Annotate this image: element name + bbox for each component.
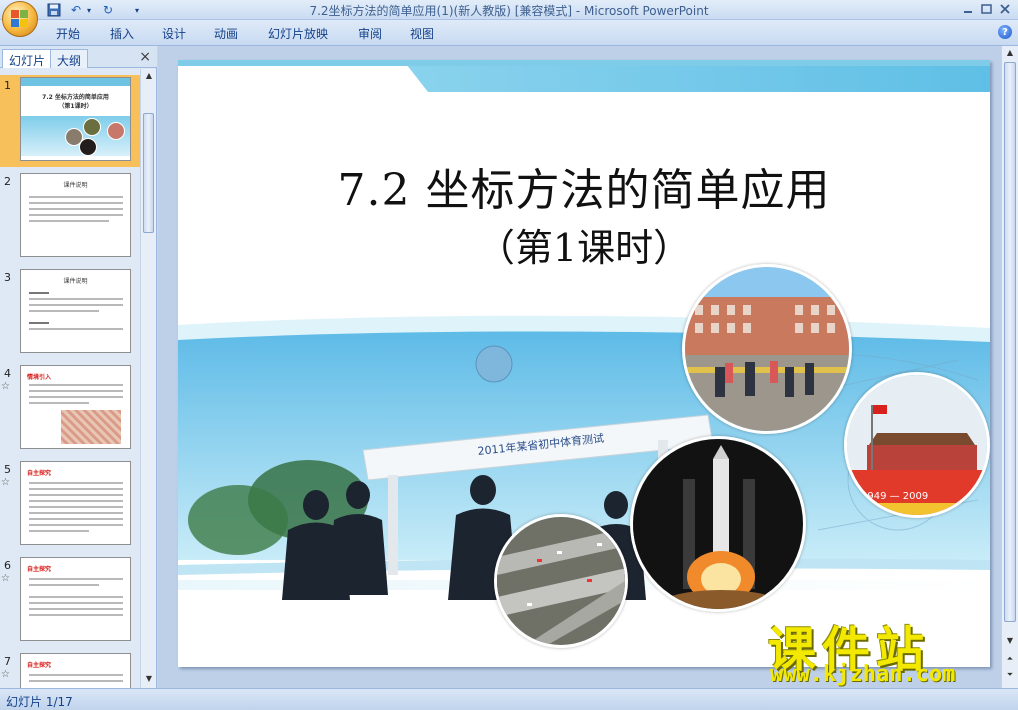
thumb-title: 自主探究 xyxy=(27,662,52,669)
overpass-photo[interactable] xyxy=(494,514,628,648)
slide-canvas[interactable]: 2011年某省初中体育测试 7.2 坐标方法的简单应用 （第1课时） 1949 … xyxy=(178,60,990,667)
thumb-title: 7.2 坐标方法的简单应用 （第1课时） xyxy=(42,94,109,110)
slide-thumbnail-3[interactable]: 3 课件说明 xyxy=(0,267,141,359)
help-icon[interactable]: ? xyxy=(998,25,1012,39)
thumb-title: 课件说明 xyxy=(63,278,88,285)
animation-star-icon: ☆ xyxy=(1,381,10,392)
title-bar: ↶ ▾ ↻ ▾ 7.2坐标方法的简单应用(1)(新人教版) [兼容模式] - M… xyxy=(0,0,1018,20)
slide-title[interactable]: 7.2 坐标方法的简单应用 xyxy=(178,154,990,218)
document-title: 7.2坐标方法的简单应用(1)(新人教版) [兼容模式] xyxy=(309,4,573,18)
slide-scrollbar[interactable]: ▲ ▼ ⏶ ⏷ xyxy=(1001,46,1018,688)
scroll-up-icon[interactable]: ▲ xyxy=(1004,48,1016,60)
slide-thumbnail-7[interactable]: 7 ☆ 自主探究 xyxy=(0,651,141,688)
animation-star-icon: ☆ xyxy=(1,477,10,488)
thumb-preview: 7.2 坐标方法的简单应用 （第1课时） xyxy=(20,77,131,161)
slides-pane: 幻灯片 大纲 × 1 7.2 坐标方法的简单应用 （第1课时） 2 课件说明 3… xyxy=(0,46,157,688)
tab-slides[interactable]: 幻灯片 xyxy=(2,49,53,68)
office-button[interactable] xyxy=(2,1,38,37)
thumb-title: 课件说明 xyxy=(63,182,88,189)
rocket-photo[interactable] xyxy=(630,436,806,612)
tab-design[interactable]: 设计 xyxy=(162,25,186,42)
thumb-number: 3 xyxy=(4,271,11,284)
previous-slide-icon[interactable]: ⏶ xyxy=(1004,654,1016,666)
scroll-down-icon[interactable]: ▼ xyxy=(1004,636,1016,648)
thumb-number: 1 xyxy=(4,79,11,92)
slide-thumbnail-4[interactable]: 4 ☆ 情境引入 xyxy=(0,363,141,455)
tab-home[interactable]: 开始 xyxy=(56,25,80,42)
tab-animation[interactable]: 动画 xyxy=(214,25,238,42)
maximize-icon[interactable] xyxy=(981,4,992,14)
tab-outline[interactable]: 大纲 xyxy=(50,49,89,68)
thumb-preview: 课件说明 xyxy=(20,269,131,353)
thumb-preview: 自主探究 xyxy=(20,653,131,688)
scroll-down-icon[interactable]: ▼ xyxy=(143,674,155,686)
thumb-preview: 课件说明 xyxy=(20,173,131,257)
minimize-icon[interactable] xyxy=(964,11,972,13)
app-name: Microsoft PowerPoint xyxy=(584,4,709,18)
thumb-preview: 自主探究 xyxy=(20,461,131,545)
office-logo-icon xyxy=(11,10,29,28)
watermark-url: www.kjzhan.com xyxy=(770,662,956,687)
animation-star-icon: ☆ xyxy=(1,573,10,584)
slide-subtitle[interactable]: （第1课时） xyxy=(178,217,990,272)
slide-thumbnail-2[interactable]: 2 课件说明 xyxy=(0,171,141,263)
close-window-icon[interactable] xyxy=(1000,4,1010,14)
tiananmen-photo[interactable]: 1949 — 2009 xyxy=(844,372,990,518)
slide-thumbnail-5[interactable]: 5 ☆ 自主探究 xyxy=(0,459,141,551)
thumb-number: 4 xyxy=(4,367,11,380)
tab-slideshow[interactable]: 幻灯片放映 xyxy=(268,25,328,42)
slide-thumbnail-1[interactable]: 1 7.2 坐标方法的简单应用 （第1课时） xyxy=(0,75,141,167)
thumb-number: 2 xyxy=(4,175,11,188)
thumb-title: 自主探究 xyxy=(27,566,52,573)
thumbnail-scrollbar[interactable]: ▲ ▼ xyxy=(140,69,156,688)
tab-view[interactable]: 视图 xyxy=(410,25,434,42)
thumb-number: 5 xyxy=(4,463,11,476)
school-photo[interactable] xyxy=(682,264,852,434)
thumb-preview: 自主探究 xyxy=(20,557,131,641)
window-controls xyxy=(956,2,1016,16)
thumb-title: 自主探究 xyxy=(27,470,52,477)
next-slide-icon[interactable]: ⏷ xyxy=(1004,670,1016,682)
thumbnail-list: 1 7.2 坐标方法的简单应用 （第1课时） 2 课件说明 3 课件说明 4 ☆… xyxy=(0,69,141,688)
slide-thumbnail-6[interactable]: 6 ☆ 自主探究 xyxy=(0,555,141,647)
thumb-title: 情境引入 xyxy=(27,374,52,381)
window-title: 7.2坐标方法的简单应用(1)(新人教版) [兼容模式] - Microsoft… xyxy=(0,2,1018,19)
thumb-preview: 情境引入 xyxy=(20,365,131,449)
title-separator: - xyxy=(572,4,585,18)
thumb-number: 6 xyxy=(4,559,11,572)
thumb-number: 7 xyxy=(4,655,11,668)
pane-close-icon[interactable]: × xyxy=(139,49,151,65)
scrollbar-thumb[interactable] xyxy=(143,113,154,233)
scrollbar-thumb[interactable] xyxy=(1004,62,1016,622)
tab-review[interactable]: 审阅 xyxy=(358,25,382,42)
animation-star-icon: ☆ xyxy=(1,669,10,680)
slide-indicator: 幻灯片 1/17 xyxy=(6,695,73,709)
slide-editor: 2011年某省初中体育测试 7.2 坐标方法的简单应用 （第1课时） 1949 … xyxy=(158,46,1018,688)
ribbon-tab-bar: 开始 插入 设计 动画 幻灯片放映 审阅 视图 ? xyxy=(0,20,1018,46)
pane-tabs: 幻灯片 大纲 × xyxy=(0,46,157,68)
status-bar: 幻灯片 1/17 xyxy=(0,688,1018,710)
svg-text:1949 — 2009: 1949 — 2009 xyxy=(861,491,928,502)
scroll-up-icon[interactable]: ▲ xyxy=(143,71,155,83)
tab-insert[interactable]: 插入 xyxy=(110,25,134,42)
